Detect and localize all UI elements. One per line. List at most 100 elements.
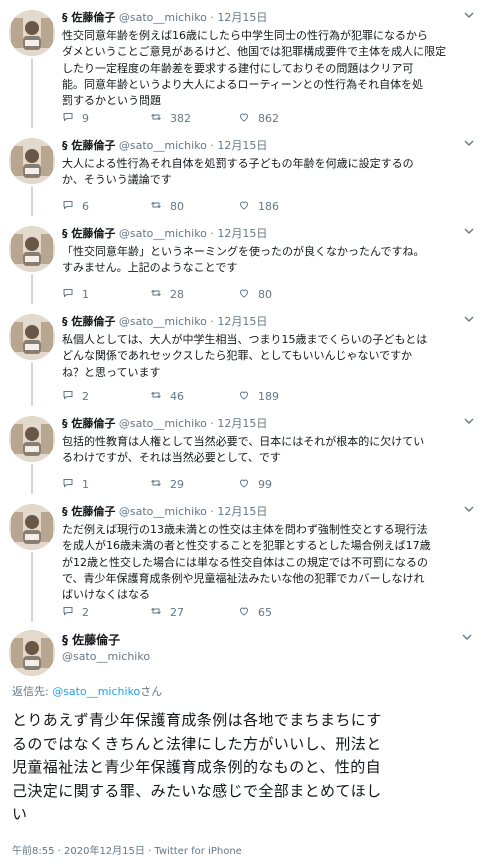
reply-button[interactable]: 6 <box>62 198 89 214</box>
tweet-text: 包括的性教育は人権として当然必要で、日本にはそれが根本的に欠けてい るわけですが… <box>62 435 425 465</box>
like-count: 80 <box>258 287 272 301</box>
timestamp[interactable]: 12月15日 <box>217 139 267 152</box>
handle[interactable]: @sato__michiko <box>119 505 207 518</box>
tweet-header: § 佐藤倫子 @sato__michiko · 12月15日 <box>62 314 474 330</box>
retweet-count: 28 <box>170 287 184 301</box>
chevron-down-icon[interactable] <box>464 314 474 330</box>
tweet-header: § 佐藤倫子 @sato__michiko · 12月15日 <box>62 226 474 242</box>
retweet-count: 29 <box>170 477 184 491</box>
chevron-down-icon[interactable] <box>464 10 474 26</box>
timestamp[interactable]: 12月15日 <box>217 505 267 518</box>
heart-icon <box>238 199 250 214</box>
like-count: 186 <box>258 199 279 213</box>
thread-tweet[interactable]: § 佐藤倫子 @sato__michiko · 12月15日包括的性教育は人権と… <box>0 406 484 494</box>
retweet-icon <box>150 199 162 214</box>
main-tweet-text: とりあえず青少年保護育成条例は各地でまちまちにす るのではなくきちんと法律にした… <box>12 711 382 823</box>
like-button[interactable]: 65 <box>238 604 272 620</box>
tweet-text: 「性交同意年齢」というネーミングを使ったのが良くなかったんですね。 すみません。… <box>62 245 425 275</box>
reply-count: 1 <box>82 477 89 491</box>
chevron-down-icon[interactable] <box>464 138 474 154</box>
tweet-actions: 1 29 99 <box>62 476 472 492</box>
thread-tweet[interactable]: § 佐藤倫子 @sato__michiko · 12月15日 大人による性行為それ… <box>0 128 484 216</box>
handle[interactable]: @sato__michiko <box>119 315 207 328</box>
tweet-header: § 佐藤倫子 @sato__michiko · 12月15日 <box>62 416 474 432</box>
display-name[interactable]: § 佐藤倫子 <box>62 315 115 328</box>
avatar[interactable] <box>9 314 55 360</box>
thread-tweet[interactable]: § 佐藤倫子 @sato__michiko · 12月15日私個人としては、大人… <box>0 304 484 406</box>
handle[interactable]: @sato__michiko <box>119 227 207 240</box>
timestamp[interactable]: 12月15日 <box>217 227 267 240</box>
tweet-meta: 午前8:55 · 2020年12月15日 · Twitter for iPhon… <box>12 846 242 857</box>
display-name[interactable]: § 佐藤倫子 <box>62 505 115 518</box>
handle[interactable]: @sato__michiko <box>119 139 207 152</box>
reply-button[interactable]: 2 <box>62 604 89 620</box>
retweet-button[interactable]: 28 <box>150 286 184 302</box>
thread-tweet[interactable]: § 佐藤倫子 @sato__michiko · 12月15日性交同意年齢を例えば… <box>0 0 484 128</box>
like-button[interactable]: 80 <box>238 286 272 302</box>
timestamp[interactable]: 12月15日 <box>217 11 267 24</box>
separator-dot: · <box>206 11 218 24</box>
timestamp[interactable]: 12月15日 <box>217 315 267 328</box>
retweet-button[interactable]: 29 <box>150 476 184 492</box>
display-name[interactable]: § 佐藤倫子 <box>62 11 115 24</box>
avatar[interactable] <box>9 504 55 550</box>
avatar[interactable] <box>9 630 55 676</box>
like-count: 189 <box>258 389 279 403</box>
reply-icon <box>62 287 74 302</box>
tweet-handle-row: @sato__michiko <box>62 649 474 665</box>
like-button[interactable]: 99 <box>238 476 272 492</box>
tweet-text: 性交同意年齢を例えば16歳にしたら中学生同士の性行為が犯罪になるから ダメという… <box>62 29 447 108</box>
avatar[interactable] <box>9 138 55 184</box>
thread-tweet[interactable]: § 佐藤倫子 @sato__michiko · 12月15日 ただ例えば現行の13… <box>0 494 484 622</box>
like-button[interactable]: 862 <box>238 110 279 126</box>
retweet-count: 27 <box>170 605 184 619</box>
retweet-icon <box>150 389 162 404</box>
reply-button[interactable]: 2 <box>62 388 89 404</box>
reply-icon <box>62 111 74 126</box>
thread-line <box>31 58 33 128</box>
separator-dot: · <box>206 227 218 240</box>
avatar[interactable] <box>9 416 55 462</box>
avatar[interactable] <box>9 226 55 272</box>
tweet-text: 私個人としては、大人が中学生相当、つまり15歳までくらいの子どもとは どんな関係… <box>62 333 428 379</box>
mention-link[interactable]: @sato__michiko <box>52 685 140 698</box>
retweet-button[interactable]: 46 <box>150 388 184 404</box>
reply-count: 6 <box>82 199 89 213</box>
retweet-button[interactable]: 27 <box>150 604 184 620</box>
retweet-icon <box>150 477 162 492</box>
thread-line <box>31 362 33 406</box>
tweet-header: § 佐藤倫子 @sato__michiko · 12月15日 <box>62 138 474 154</box>
thread-line <box>31 552 33 622</box>
chevron-down-icon[interactable] <box>462 632 472 645</box>
chevron-down-icon[interactable] <box>464 504 474 520</box>
chevron-down-icon[interactable] <box>464 226 474 242</box>
display-name[interactable]: § 佐藤倫子 <box>62 227 115 240</box>
reply-button[interactable]: 1 <box>62 476 89 492</box>
handle[interactable]: @sato__michiko <box>62 650 150 663</box>
reply-icon <box>62 389 74 404</box>
like-count: 862 <box>258 111 279 125</box>
retweet-count: 46 <box>170 389 184 403</box>
thread-line <box>31 464 33 494</box>
separator-dot: · <box>206 315 218 328</box>
like-button[interactable]: 189 <box>238 388 279 404</box>
reply-button[interactable]: 9 <box>62 110 89 126</box>
retweet-button[interactable]: 80 <box>150 198 184 214</box>
thread-tweet[interactable]: § 佐藤倫子 @sato__michiko · 12月15日「性交同意年齢」とい… <box>0 216 484 304</box>
heart-icon <box>238 111 250 126</box>
separator-dot: · <box>206 505 218 518</box>
separator-dot: · <box>206 417 218 430</box>
timestamp[interactable]: 12月15日 <box>217 417 267 430</box>
handle[interactable]: @sato__michiko <box>119 11 207 24</box>
retweet-button[interactable]: 382 <box>150 110 191 126</box>
replying-to: 返信先: @sato__michikoさん <box>12 685 163 698</box>
heart-icon <box>238 477 250 492</box>
display-name[interactable]: § 佐藤倫子 <box>62 417 115 430</box>
reply-button[interactable]: 1 <box>62 286 89 302</box>
handle[interactable]: @sato__michiko <box>119 417 207 430</box>
display-name[interactable]: § 佐藤倫子 <box>62 139 115 152</box>
display-name[interactable]: § 佐藤倫子 <box>62 633 120 647</box>
like-button[interactable]: 186 <box>238 198 279 214</box>
chevron-down-icon[interactable] <box>464 416 474 432</box>
avatar[interactable] <box>9 10 55 56</box>
